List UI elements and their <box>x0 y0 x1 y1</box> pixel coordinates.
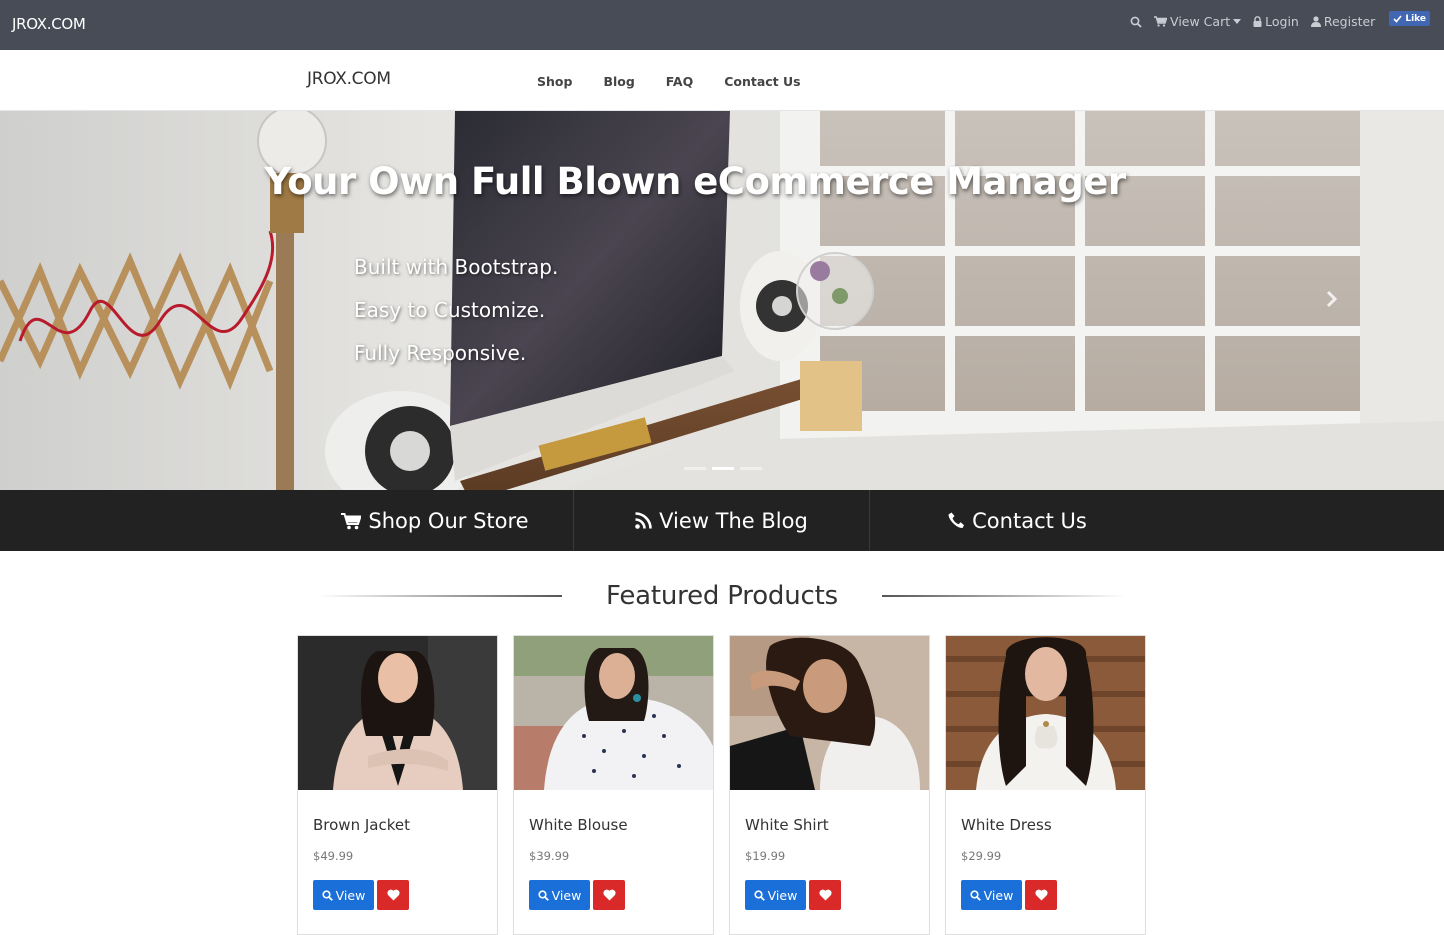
cart-icon <box>341 512 362 529</box>
hero-title: Your Own Full Blown eCommerce Manager <box>264 160 1126 203</box>
hero-feature-line: Built with Bootstrap. <box>354 255 559 279</box>
view-the-blog-label: View The Blog <box>659 508 808 533</box>
product-name[interactable]: White Blouse <box>529 816 628 834</box>
view-button-label: View <box>767 887 798 903</box>
heart-icon <box>1034 889 1048 901</box>
hero-feature-line: Fully Responsive. <box>354 341 527 365</box>
view-product-button[interactable]: View <box>529 880 590 910</box>
search-icon <box>538 889 549 901</box>
add-to-wishlist-button[interactable] <box>593 880 625 910</box>
top-bar: JROX.COM View Cart Login Register Like <box>0 0 1444 50</box>
hero-feature-line: Easy to Customize. <box>354 298 546 322</box>
product-name[interactable]: White Shirt <box>745 816 829 834</box>
product-price: $49.99 <box>313 849 354 863</box>
view-cart-dropdown[interactable]: View Cart <box>1154 14 1242 29</box>
search-icon <box>970 889 981 901</box>
nav-link-contact[interactable]: Contact Us <box>724 74 800 89</box>
product-image[interactable] <box>730 636 929 790</box>
top-account-menu: View Cart Login Register Like <box>1130 11 1430 29</box>
carousel-next-button[interactable] <box>1326 289 1338 313</box>
nav-link-faq[interactable]: FAQ <box>666 74 693 89</box>
featured-products-header: Featured Products <box>0 581 1444 617</box>
carousel-indicator[interactable] <box>684 467 706 470</box>
chevron-right-icon <box>1326 290 1338 308</box>
product-image[interactable] <box>946 636 1145 790</box>
product-price: $29.99 <box>961 849 1002 863</box>
quick-links-bar: Shop Our Store View The Blog Contact Us <box>0 490 1444 551</box>
add-to-wishlist-button[interactable] <box>377 880 409 910</box>
caret-down-icon <box>1233 19 1242 24</box>
product-card: White Shirt $19.99 View <box>729 635 930 935</box>
view-the-blog-button[interactable]: View The Blog <box>574 490 869 551</box>
search-icon <box>1130 16 1142 28</box>
shop-our-store-label: Shop Our Store <box>368 508 529 533</box>
product-image[interactable] <box>514 636 713 790</box>
contact-us-button[interactable]: Contact Us <box>870 490 1165 551</box>
view-product-button[interactable]: View <box>313 880 374 910</box>
register-label: Register <box>1323 14 1376 29</box>
phone-icon <box>948 512 965 529</box>
product-name[interactable]: Brown Jacket <box>313 816 410 834</box>
featured-products-title: Featured Products <box>606 581 838 611</box>
lock-icon <box>1253 16 1262 27</box>
login-label: Login <box>1265 14 1299 29</box>
product-price: $19.99 <box>745 849 786 863</box>
top-brand-link[interactable]: JROX.COM <box>12 15 86 33</box>
contact-us-label: Contact Us <box>972 508 1087 533</box>
shop-our-store-button[interactable]: Shop Our Store <box>297 490 573 551</box>
nav-link-shop[interactable]: Shop <box>537 74 572 89</box>
rss-icon <box>635 512 652 529</box>
hero-feature-list: Built with Bootstrap. Easy to Customize.… <box>354 255 558 384</box>
add-to-wishlist-button[interactable] <box>809 880 841 910</box>
main-navbar: JROX.COM Shop Blog FAQ Contact Us <box>0 50 1444 111</box>
heart-icon <box>386 889 400 901</box>
cart-icon <box>1154 16 1168 27</box>
product-card: White Dress $29.99 View <box>945 635 1146 935</box>
view-cart-label: View Cart <box>1170 14 1231 29</box>
product-image[interactable] <box>298 636 497 790</box>
main-nav-links: Shop Blog FAQ Contact Us <box>537 74 801 89</box>
carousel-indicator[interactable] <box>740 467 762 470</box>
login-link[interactable]: Login <box>1253 14 1299 29</box>
product-card: Brown Jacket $49.99 View <box>297 635 498 935</box>
carousel-indicator[interactable] <box>712 467 734 470</box>
nav-link-blog[interactable]: Blog <box>603 74 634 89</box>
hero-carousel: Your Own Full Blown eCommerce Manager Bu… <box>0 111 1444 490</box>
view-button-label: View <box>335 887 366 903</box>
view-button-label: View <box>551 887 582 903</box>
heart-icon <box>602 889 616 901</box>
heading-divider-right <box>882 595 1126 597</box>
product-card: White Blouse $39.99 View <box>513 635 714 935</box>
facebook-like-button[interactable]: Like <box>1389 11 1430 26</box>
view-button-label: View <box>983 887 1014 903</box>
site-logo[interactable]: JROX.COM <box>307 69 391 89</box>
product-price: $39.99 <box>529 849 570 863</box>
checkmark-icon <box>1393 14 1402 23</box>
heart-icon <box>818 889 832 901</box>
add-to-wishlist-button[interactable] <box>1025 880 1057 910</box>
user-icon <box>1310 16 1321 27</box>
search-button[interactable] <box>1130 16 1142 28</box>
register-link[interactable]: Register <box>1310 14 1376 29</box>
carousel-indicators <box>684 467 762 470</box>
search-icon <box>322 889 333 901</box>
search-icon <box>754 889 765 901</box>
view-product-button[interactable]: View <box>961 880 1022 910</box>
like-label: Like <box>1405 13 1426 24</box>
product-name[interactable]: White Dress <box>961 816 1052 834</box>
view-product-button[interactable]: View <box>745 880 806 910</box>
